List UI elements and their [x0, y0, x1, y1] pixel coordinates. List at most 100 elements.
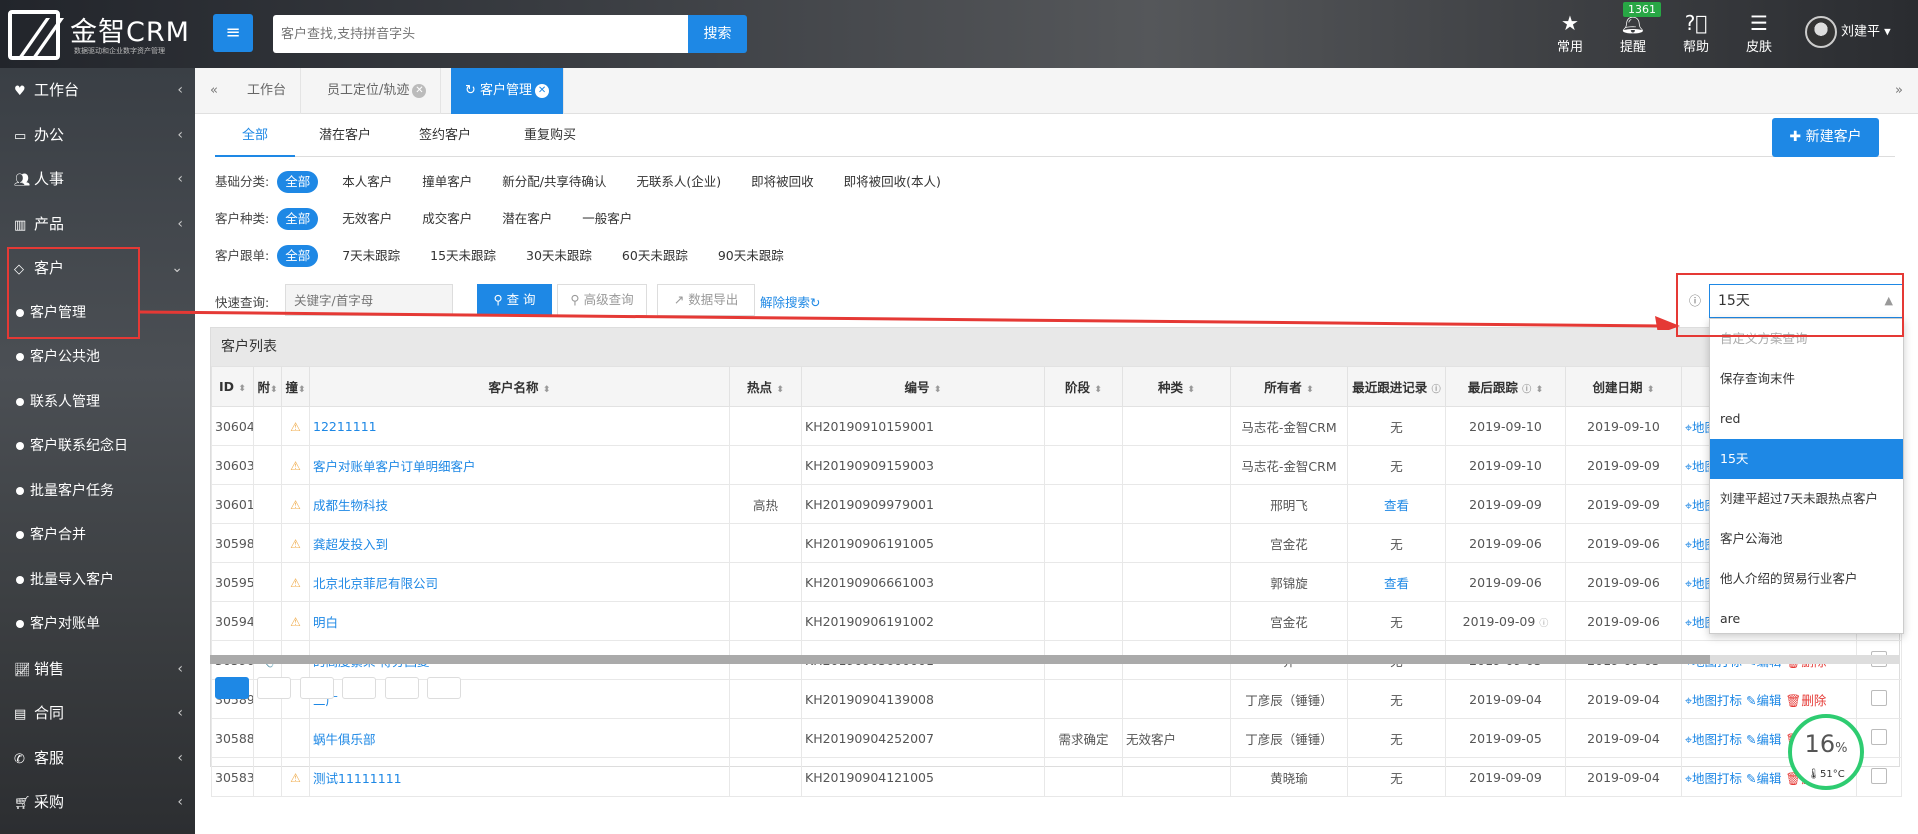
cell-name[interactable]: 测试11111111: [309, 757, 730, 797]
filter-option[interactable]: 30天未跟踪: [520, 245, 598, 267]
scheme-option[interactable]: 刘建平超过7天未跟热点客户: [1710, 479, 1903, 519]
new-customer-button[interactable]: ✚ 新建客户: [1772, 118, 1879, 157]
filter-option[interactable]: 90天未跟踪: [712, 245, 790, 267]
sidebar-sub-statement[interactable]: 客户对账单: [0, 602, 195, 647]
tab-scroll-left[interactable]: «: [195, 68, 233, 114]
page-button[interactable]: [427, 677, 462, 699]
col-name[interactable]: 客户名称 ⬍: [309, 366, 730, 407]
export-button[interactable]: ↗ 数据导出: [657, 284, 755, 316]
col-created[interactable]: 创建日期 ⬍: [1565, 366, 1682, 407]
tab-employee-location[interactable]: 员工定位/轨迹 ✕: [313, 68, 442, 114]
map-mark-button[interactable]: ⌖地图打标: [1685, 693, 1742, 708]
sidebar-sub-customer-pool[interactable]: 客户公共池: [0, 335, 195, 380]
filter-option[interactable]: 全部: [277, 245, 319, 267]
cell-attachment[interactable]: [253, 562, 282, 602]
scheme-option[interactable]: 客户公海池: [1710, 519, 1903, 559]
filter-option[interactable]: 撞单客户: [416, 171, 478, 193]
customer-name-link[interactable]: 龚超发投入到: [313, 537, 388, 552]
col-conflict[interactable]: 撞⬍: [281, 366, 310, 407]
reminder-button[interactable]: 1361 🔔︎ 提醒: [1608, 2, 1661, 55]
clear-search-link[interactable]: 解除搜索↻: [760, 292, 821, 311]
filter-option[interactable]: 全部: [277, 171, 319, 193]
scheme-option[interactable]: 保存查询末件: [1710, 359, 1903, 399]
scheme-option[interactable]: are: [1710, 599, 1903, 633]
subtab-potential[interactable]: 潜在客户: [295, 114, 395, 157]
scheme-option[interactable]: 15天: [1710, 439, 1903, 479]
cell-name[interactable]: 客户对账单客户订单明细客户: [309, 445, 730, 485]
customer-name-link[interactable]: 北京北京菲尼有限公司: [313, 576, 438, 591]
filter-option[interactable]: 7天未跟踪: [336, 245, 406, 267]
tab-scroll-right[interactable]: »: [1880, 68, 1918, 114]
customer-name-link[interactable]: 客户对账单客户订单明细客户: [313, 459, 476, 474]
cell-attachment[interactable]: [253, 757, 282, 797]
sidebar-item-workbench[interactable]: ♥ 工作台 ‹: [0, 68, 195, 113]
filter-option[interactable]: 60天未跟踪: [616, 245, 694, 267]
filter-option[interactable]: 15天未跟踪: [424, 245, 502, 267]
favorites-button[interactable]: ★ 常用: [1545, 12, 1595, 55]
sidebar-item-product[interactable]: ▥ 产品 ‹: [0, 202, 195, 247]
page-button[interactable]: [257, 677, 292, 699]
scheme-option[interactable]: 他人介绍的贸易行业客户: [1710, 559, 1903, 599]
cell-attachment[interactable]: [253, 601, 282, 641]
col-id[interactable]: ID ⬍: [211, 366, 254, 407]
skin-button[interactable]: ☰ 皮肤: [1734, 12, 1784, 55]
col-owner[interactable]: 所有者 ⬍: [1230, 366, 1348, 407]
sidebar-item-office[interactable]: ▭ 办公 ‹: [0, 113, 195, 158]
quick-search-input[interactable]: [285, 284, 453, 316]
cell-name[interactable]: 明白: [309, 601, 730, 641]
cell-name[interactable]: 蜗牛俱乐部: [309, 718, 730, 758]
cell-name[interactable]: 成都生物科技: [309, 484, 730, 524]
sidebar-item-hr[interactable]: 👥︎ 人事 ‹: [0, 157, 195, 202]
table-row[interactable]: 30604 ⚠ 12211111 KH20190910159001 马志花-金智CRM 无…: [211, 406, 1902, 446]
sidebar-item-service[interactable]: ✆ 客服 ‹: [0, 736, 195, 781]
filter-option[interactable]: 全部: [277, 208, 319, 230]
sidebar-item-contract[interactable]: ▤ 合同 ‹: [0, 691, 195, 736]
cell-attachment[interactable]: [253, 406, 282, 446]
filter-option[interactable]: 本人客户: [336, 171, 398, 193]
query-button[interactable]: ⚲ 查 询: [477, 284, 552, 316]
sidebar-sub-batch-task[interactable]: 批量客户任务: [0, 469, 195, 514]
subtab-signed[interactable]: 签约客户: [395, 114, 495, 157]
edit-button[interactable]: ✎编辑: [1746, 771, 1782, 786]
table-row[interactable]: 30594 ⚠ 明白 KH20190906191002 宫金花 无 2019-09-09 ⓘ…: [211, 601, 1902, 641]
help-button[interactable]: ?⃝ 帮助: [1671, 12, 1721, 55]
subtab-repeat[interactable]: 重复购买: [495, 114, 605, 157]
customer-name-link[interactable]: 成都生物科技: [313, 498, 388, 513]
close-icon[interactable]: ✕: [412, 83, 427, 98]
filter-option[interactable]: 无效客户: [336, 208, 398, 230]
scheme-option[interactable]: red: [1710, 399, 1903, 439]
col-last-follow[interactable]: 最后跟踪 ⓘ ⬍: [1445, 366, 1566, 407]
sidebar-sub-customer-manage[interactable]: 客户管理: [0, 291, 195, 336]
page-button[interactable]: [342, 677, 377, 699]
col-code[interactable]: 编号 ⬍: [801, 366, 1045, 407]
scheme-select[interactable]: 15天 ▲: [1709, 284, 1904, 318]
filter-option[interactable]: 无联系人(企业): [630, 171, 727, 193]
row-checkbox[interactable]: [1871, 728, 1887, 745]
filter-option[interactable]: 新分配/共享待确认: [496, 171, 612, 193]
table-row[interactable]: 30603 ⚠ 客户对账单客户订单明细客户 KH20190909159003 马志花-金…: [211, 445, 1902, 485]
map-mark-button[interactable]: ⌖地图打标: [1685, 732, 1742, 747]
filter-option[interactable]: 即将被回收(本人): [838, 171, 947, 193]
advanced-query-button[interactable]: ⚲ 高级查询: [557, 284, 647, 316]
close-icon[interactable]: ✕: [535, 83, 550, 98]
cell-attachment[interactable]: [253, 718, 282, 758]
col-kind[interactable]: 种类 ⬍: [1122, 366, 1231, 407]
customer-name-link[interactable]: 12211111: [313, 419, 377, 434]
user-menu[interactable]: 刘建平 ▾: [1805, 16, 1891, 48]
table-row[interactable]: 30588 蜗牛俱乐部 KH20190904252007 需求确定 无效客户 丁彦辰（锤锤…: [211, 718, 1902, 758]
edit-button[interactable]: ✎编辑: [1746, 732, 1782, 747]
customer-name-link[interactable]: 蜗牛俱乐部: [313, 732, 376, 747]
cell-attachment[interactable]: [253, 484, 282, 524]
customer-name-link[interactable]: 测试11111111: [313, 771, 402, 786]
page-button[interactable]: [384, 677, 419, 699]
menu-toggle-button[interactable]: ≡: [213, 14, 253, 52]
tab-customer-manage[interactable]: ↻ 客户管理 ✕: [451, 68, 565, 114]
sidebar-sub-contacts[interactable]: 联系人管理: [0, 380, 195, 425]
row-checkbox[interactable]: [1871, 767, 1887, 784]
horizontal-scrollbar[interactable]: [210, 655, 1900, 664]
filter-option[interactable]: 即将被回收: [745, 171, 820, 193]
scrollbar-thumb[interactable]: [210, 655, 1710, 664]
recent-view-link[interactable]: 查看: [1384, 498, 1409, 513]
cell-attachment[interactable]: [253, 523, 282, 563]
tab-workbench[interactable]: 工作台: [233, 68, 302, 114]
